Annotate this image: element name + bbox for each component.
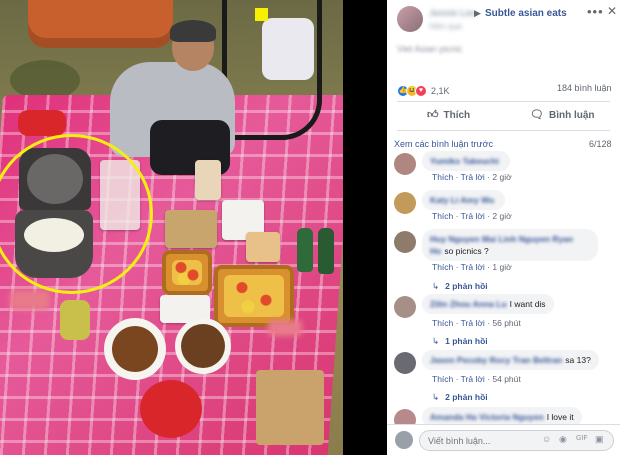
comment-bubble: Huy Nguyen Mai Linh Nguyen Ryan Ho so pic… [422,229,598,261]
facebook-photo-viewer: Jennie Lee ▶ Subtle asian eats Hôm qua •… [0,0,620,455]
post-header: Jennie Lee ▶ Subtle asian eats Hôm qua •… [387,0,620,40]
group-link[interactable]: Subtle asian eats [485,8,567,19]
commenter-avatar[interactable] [394,153,416,175]
comment-count[interactable]: 184 bình luận [557,83,612,93]
comment-reply-link[interactable]: Trả lời [461,374,485,384]
view-replies-link[interactable]: ↳ 2 phản hồi [432,392,488,403]
more-icon[interactable]: ••• [587,4,604,19]
comment-reply-link[interactable]: Trả lời [461,211,485,221]
comment-panel: Jennie Lee ▶ Subtle asian eats Hôm qua •… [387,0,620,455]
reaction-count: 2,1K [431,85,450,96]
commenter-name[interactable]: Yumiko Takeuchi [430,156,499,166]
comment-bubble: Katy Li Amy Wu [422,190,506,210]
sticker-icon[interactable]: ▣ [595,434,604,445]
gif-icon[interactable]: GIF [576,435,588,442]
picnic-photo [0,0,343,455]
comment-bubble: Zilin Zhou Anna Lu I want dis [422,294,554,314]
comment-bubble: Jason Pecoby Rocy Tran Beltran sa 13? [422,350,599,370]
camera-icon[interactable]: ◉ [559,434,567,445]
commenter-name[interactable]: Jason Pecoby Rocy Tran Beltran [430,355,562,365]
reply-arrow-icon: ↳ [432,392,440,402]
commenter-name[interactable]: Amanda Ha Victoria Nguyen [430,412,544,422]
pizza-large [214,265,294,327]
paper-bag [256,370,324,445]
comment-like-link[interactable]: Thích [432,318,453,328]
post-text: Viet Asian picnic [397,44,463,54]
reply-arrow-icon: ↳ [432,336,440,346]
commenter-name[interactable]: Zilin Zhou Anna Lu [430,299,507,309]
comment-reply-link[interactable]: Trả lời [461,318,485,328]
comment-pagination: 6/128 [589,139,612,149]
comment-reply-link[interactable]: Trả lời [461,262,485,272]
author-avatar[interactable] [397,6,423,32]
current-user-avatar [395,431,413,449]
comment-like-link[interactable]: Thích [432,262,453,272]
love-reaction-icon: ♥ [415,84,427,97]
emoji-icon[interactable]: ☺ [542,434,551,444]
stroller-bag [262,18,314,80]
view-replies-link[interactable]: ↳ 1 phản hồi [432,336,488,347]
yellow-marker [255,8,268,21]
view-replies-link[interactable]: ↳ 2 phản hồi [432,281,488,292]
author-name[interactable]: Jennie Lee [429,8,476,18]
orange-pouf [28,0,173,48]
commenter-avatar[interactable] [394,231,416,253]
reactions-summary[interactable]: 👍😆 ♥ 2,1K [397,82,450,97]
commenter-avatar[interactable] [394,352,416,374]
pizza-small [162,250,212,295]
red-tin [140,380,202,438]
comment-composer: ☺ ◉ GIF ▣ [387,424,620,455]
thumbs-up-icon: 👍︎ [427,109,439,121]
comment-like-link[interactable]: Thích [432,374,453,384]
red-container [18,110,66,136]
commenter-name[interactable]: Katy Li Amy Wu [430,195,494,205]
comment-button[interactable]: 🗨 Bình luận [530,108,595,121]
like-button[interactable]: 👍︎ Thích [427,108,470,121]
commenter-avatar[interactable] [394,192,416,214]
commenter-avatar[interactable] [394,296,416,318]
post-time[interactable]: Hôm qua [429,22,461,31]
comment-reply-link[interactable]: Trả lời [461,172,485,182]
comment-like-link[interactable]: Thích [432,172,453,182]
comment-bubble-icon: 🗨 [530,109,544,121]
comment-like-link[interactable]: Thích [432,211,453,221]
photo-area[interactable] [0,0,387,455]
reply-arrow-icon: ↳ [432,281,440,291]
view-previous-comments[interactable]: Xem các bình luận trước [394,139,493,149]
close-icon[interactable]: ✕ [607,4,617,18]
comment-bubble: Yumiko Takeuchi [422,151,510,171]
arrow-icon: ▶ [474,8,481,18]
